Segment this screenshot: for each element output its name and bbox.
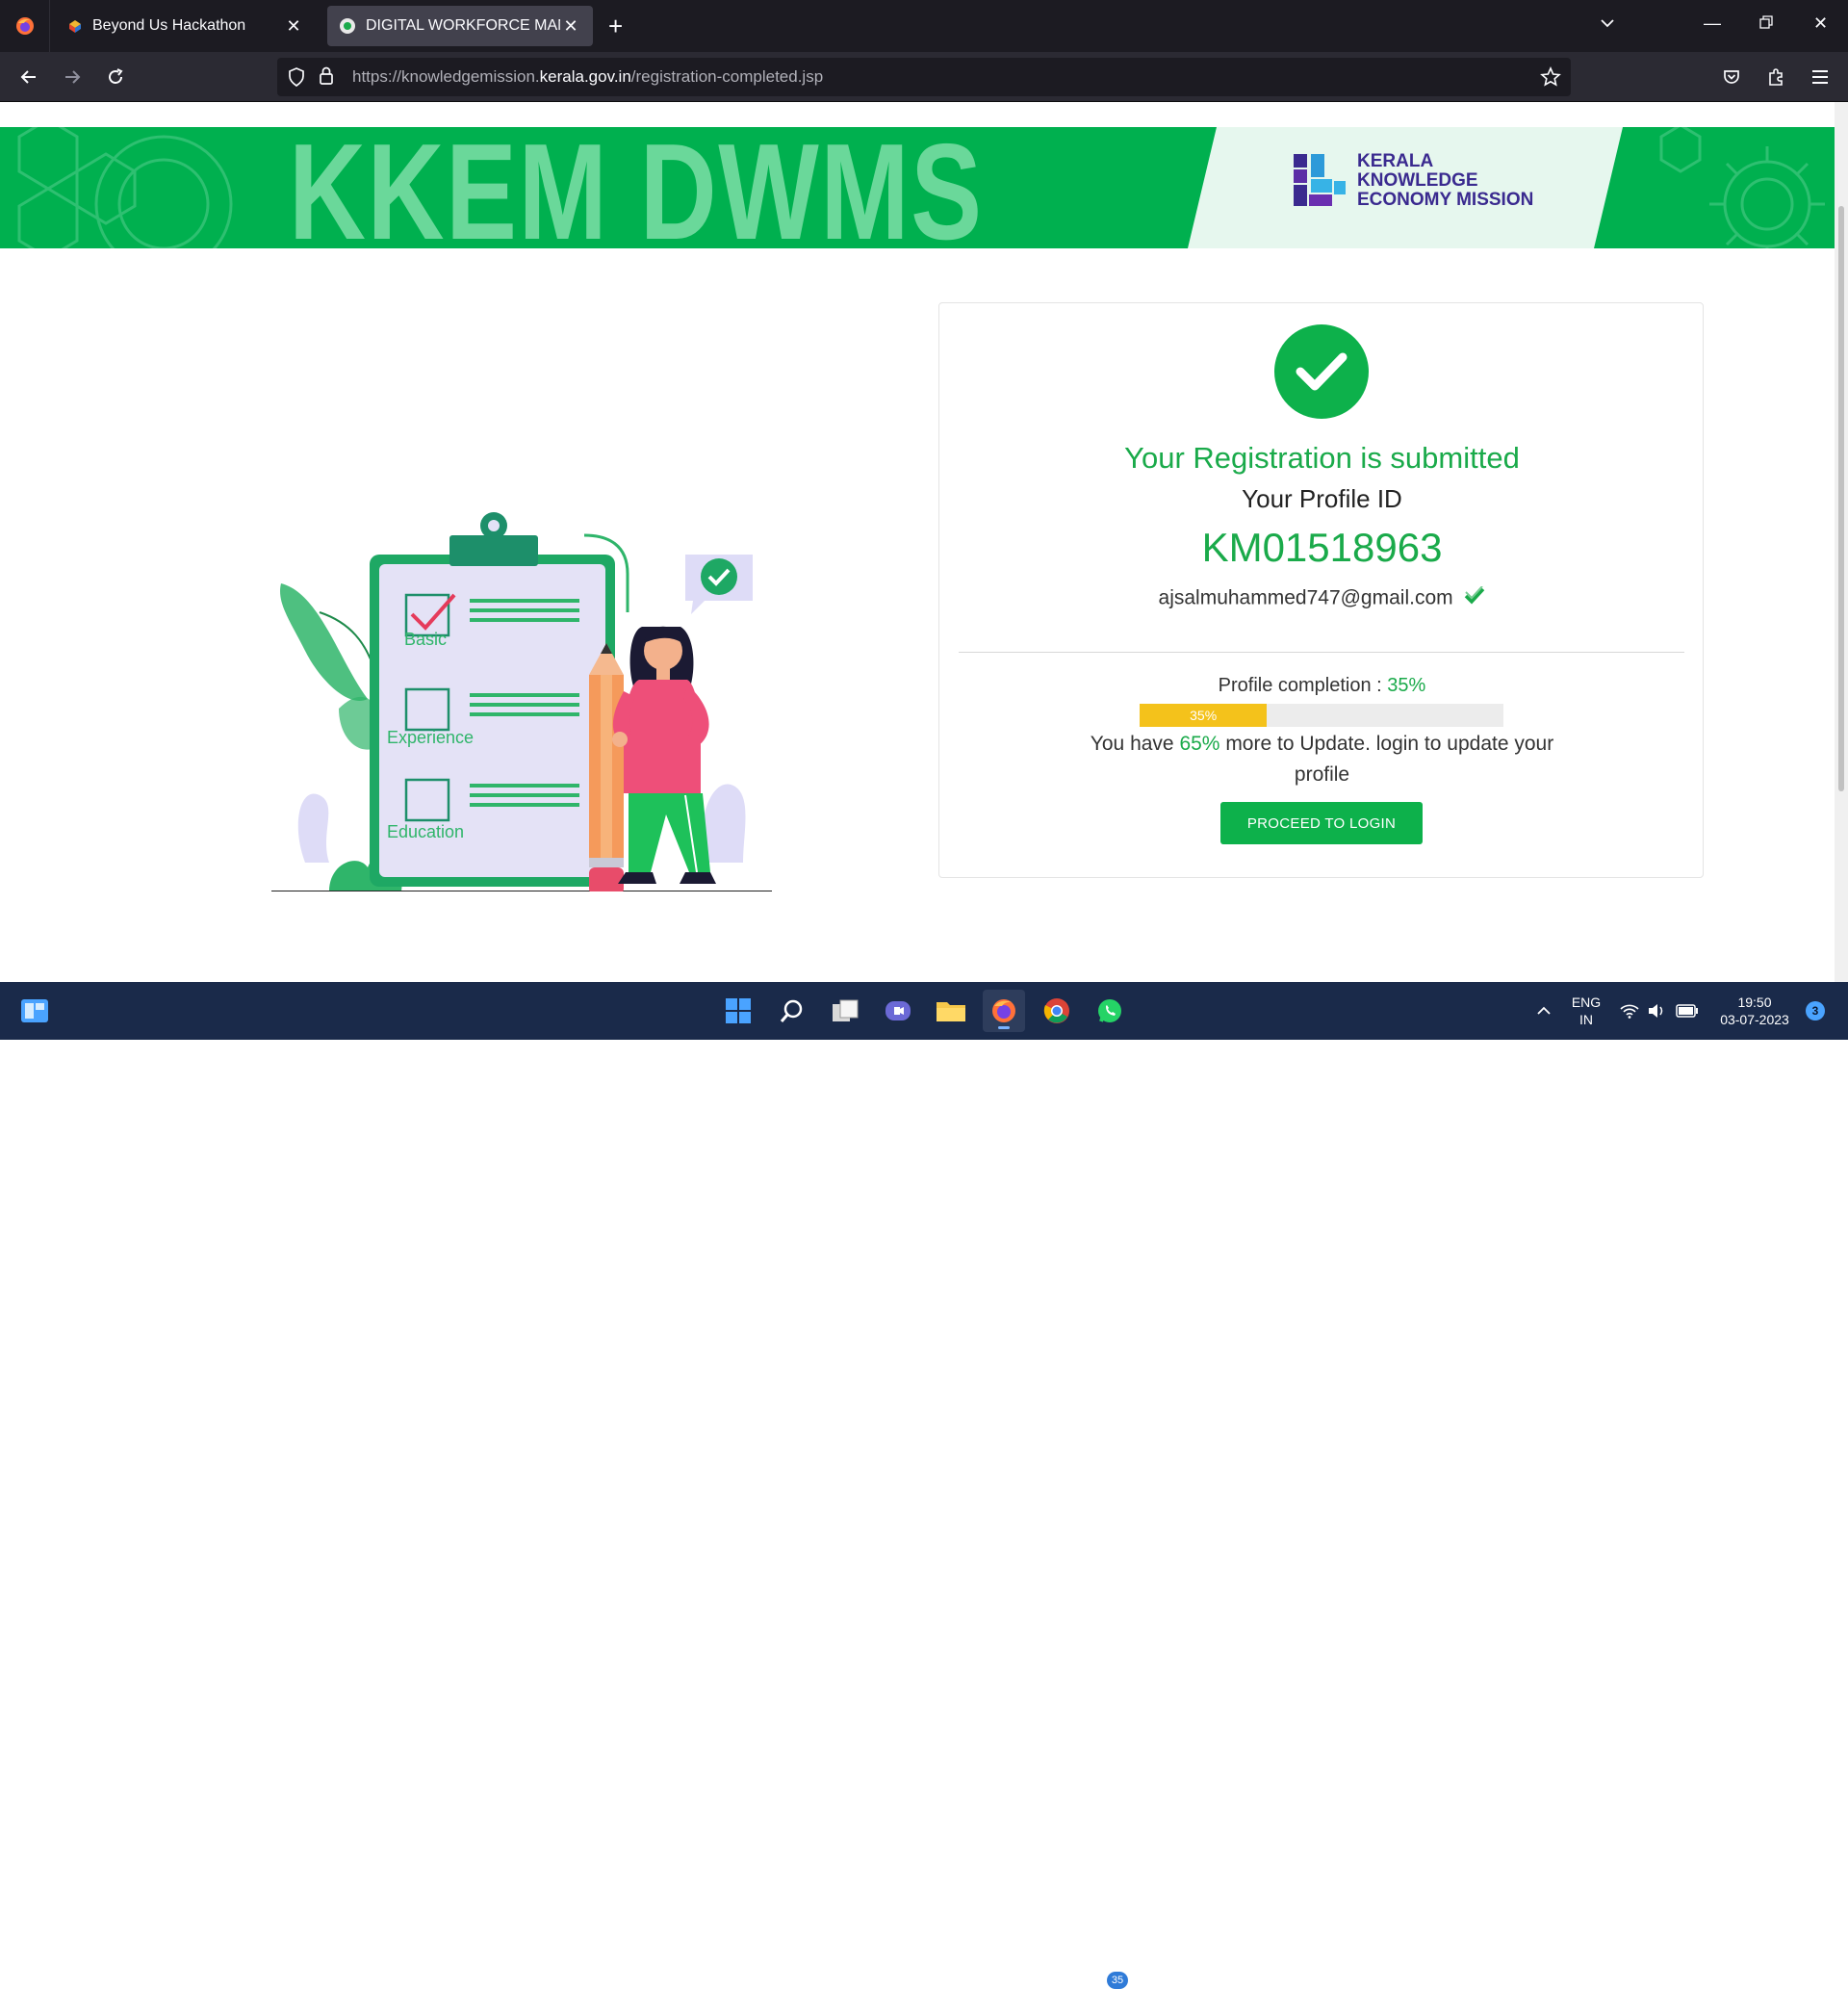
chrome-icon[interactable] (1036, 990, 1078, 1032)
profile-id-label: Your Profile ID (1242, 484, 1402, 513)
scrollbar-thumb[interactable] (1838, 206, 1844, 791)
extensions-puzzle-icon[interactable] (1762, 64, 1789, 90)
registration-illustration: Basic Experience Education (262, 391, 782, 894)
education-label: Education (387, 822, 465, 841)
bookmark-star-icon[interactable] (1540, 65, 1561, 92)
hackathon-favicon-icon (69, 20, 81, 33)
email-text: ajsalmuhammed747@gmail.com (1158, 586, 1453, 609)
tab-digital-workforce[interactable]: DIGITAL WORKFORCE MANAGE ✕ (327, 6, 593, 46)
kkem-logo-icon (1294, 154, 1348, 208)
card-divider (959, 652, 1684, 653)
navigation-toolbar: https://knowledgemission.kerala.gov.in/r… (0, 52, 1848, 102)
basic-label: Basic (404, 630, 448, 649)
kkem-logo-panel: KERALA KNOWLEDGE ECONOMY MISSION (1188, 127, 1623, 248)
success-check-icon (1274, 324, 1369, 419)
registration-title: Your Registration is submitted (1124, 441, 1520, 475)
new-tab-plus-icon[interactable]: + (608, 13, 623, 39)
banner-title: KKEM DWMS (289, 127, 984, 248)
windows-start-icon[interactable] (717, 990, 759, 1032)
close-window-icon[interactable]: ✕ (1813, 13, 1828, 34)
experience-label: Experience (387, 728, 475, 747)
profile-completion-bar: 35% (1140, 704, 1503, 727)
browser-tab-bar: Beyond Us Hackathon ✕ DIGITAL WORKFORCE … (0, 0, 1848, 52)
pocket-icon[interactable] (1718, 64, 1745, 90)
address-bar[interactable]: https://knowledgemission.kerala.gov.in/r… (277, 58, 1571, 96)
page-scrollbar[interactable] (1835, 102, 1848, 982)
tracking-shield-icon[interactable] (287, 66, 306, 92)
gear-pattern-left-icon (17, 127, 233, 248)
firefox-taskbar-icon[interactable] (983, 990, 1025, 1032)
teams-chat-icon[interactable] (877, 990, 919, 1032)
notification-count-badge[interactable]: 3 (1806, 1001, 1825, 1020)
registration-success-card: Your Registration is submitted Your Prof… (938, 302, 1704, 878)
close-tab-icon[interactable]: ✕ (283, 16, 304, 37)
reload-icon[interactable] (102, 64, 129, 90)
clock[interactable]: 19:50 03-07-2023 (1711, 994, 1798, 1028)
header-banner: KKEM DWMS KERALA KNOWLEDGE ECONOMY MISSI… (0, 127, 1835, 248)
task-view-icon[interactable] (824, 990, 866, 1032)
battery-icon[interactable] (1673, 990, 1702, 1032)
update-profile-text: You have 65% more to Update. login to up… (1090, 733, 1554, 786)
lock-icon[interactable] (318, 65, 335, 91)
search-icon[interactable] (771, 990, 813, 1032)
widgets-icon[interactable] (13, 990, 56, 1032)
file-explorer-icon[interactable] (930, 990, 972, 1032)
restore-icon[interactable] (1759, 13, 1773, 34)
wifi-icon[interactable] (1617, 990, 1642, 1032)
whatsapp-icon[interactable] (1089, 990, 1131, 1032)
show-hidden-icons-chevron-icon[interactable] (1523, 990, 1565, 1032)
profile-completion-label: Profile completion : 35% (1218, 675, 1426, 696)
forward-arrow-icon[interactable] (59, 64, 86, 90)
tab-beyond-us-hackathon[interactable]: Beyond Us Hackathon ✕ (56, 6, 316, 46)
url-text[interactable]: https://knowledgemission.kerala.gov.in/r… (352, 67, 823, 87)
gear-pattern-right-icon (1659, 127, 1825, 248)
language-indicator[interactable]: ENG IN (1567, 994, 1605, 1028)
firefox-view-icon[interactable] (0, 0, 50, 52)
kkem-wordmark: KERALA KNOWLEDGE ECONOMY MISSION (1357, 151, 1534, 210)
tab-title: Beyond Us Hackathon (92, 17, 246, 34)
list-all-tabs-chevron-icon[interactable] (1600, 15, 1615, 36)
back-arrow-icon[interactable] (15, 64, 42, 90)
whatsapp-unread-badge: 35 (1107, 1972, 1128, 1989)
dwms-favicon-icon (340, 18, 355, 34)
proceed-to-login-button[interactable]: PROCEED TO LOGIN (1220, 802, 1423, 844)
clipboard-woman-illustration (271, 512, 772, 894)
tab-title: DIGITAL WORKFORCE MANAGE (366, 17, 560, 34)
windows-taskbar: 35 ENG IN 19:50 03-07-2023 (0, 982, 1848, 1989)
verified-check-icon (1464, 585, 1485, 611)
hamburger-menu-icon[interactable] (1807, 64, 1834, 90)
page-viewport: KKEM DWMS KERALA KNOWLEDGE ECONOMY MISSI… (0, 102, 1835, 982)
close-tab-icon[interactable]: ✕ (560, 16, 581, 37)
volume-icon[interactable] (1644, 990, 1669, 1032)
minimize-icon[interactable]: — (1704, 13, 1721, 34)
email-row: ajsalmuhammed747@gmail.com (939, 585, 1705, 611)
profile-id-value: KM01518963 (1201, 525, 1443, 570)
profile-completion-fill: 35% (1140, 704, 1268, 727)
